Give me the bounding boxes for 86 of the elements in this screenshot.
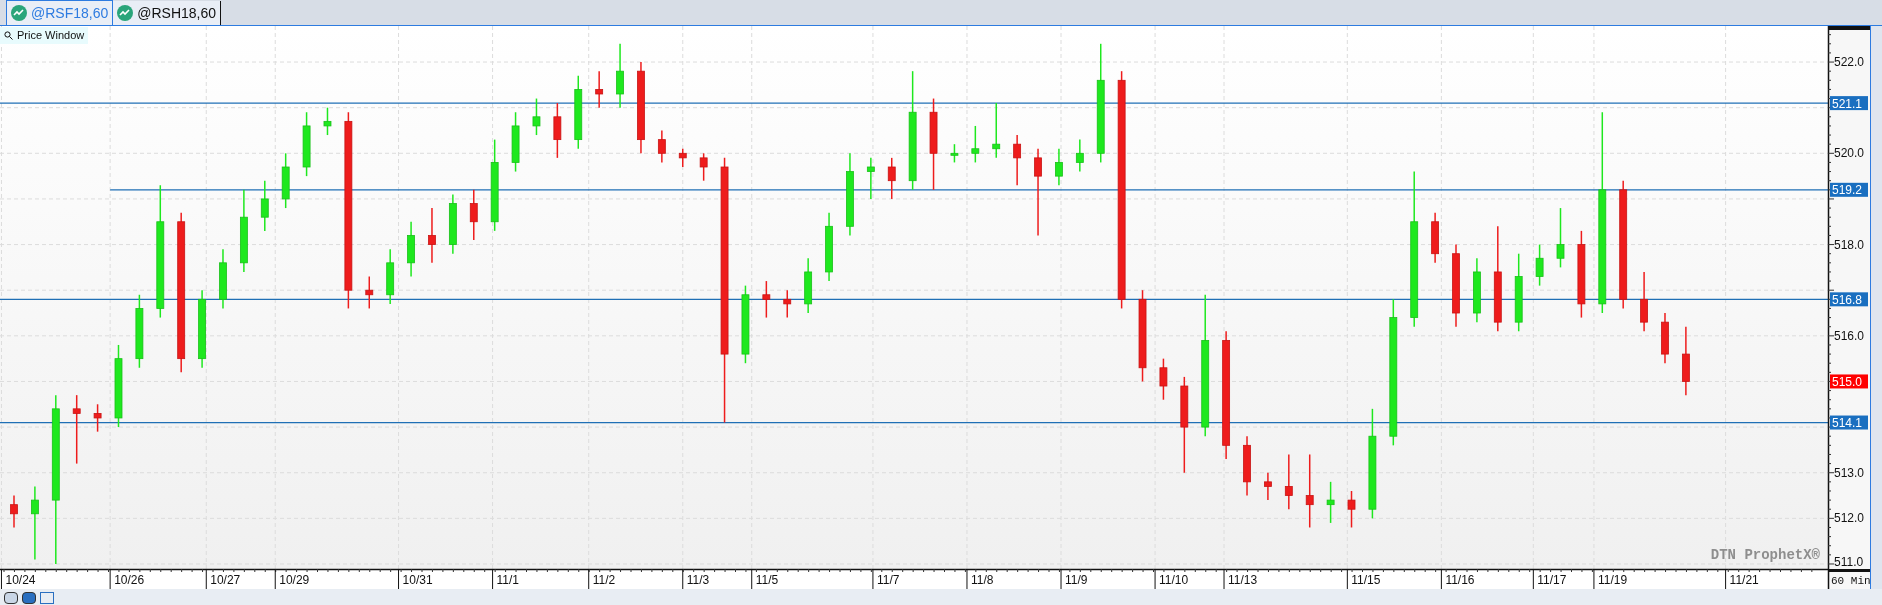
falling-candle [1243,435,1251,497]
chart-tab[interactable]: @RSH18,60 [113,1,222,25]
falling-candle [1159,357,1168,401]
date-label: 10/31 [402,573,433,587]
rising-candle [825,211,833,282]
falling-candle [1640,271,1648,332]
falling-candle [1661,312,1669,364]
price-label: 513.0 [1834,465,1865,480]
level-line[interactable] [0,421,1829,424]
price-label: 512.0 [1834,511,1865,526]
date-label: 11/10 [1159,573,1189,587]
date-label: 10/27 [210,573,241,587]
price-label: 516.0 [1834,328,1865,343]
falling-candle [1347,490,1356,529]
date-label: 11/21 [1729,573,1759,587]
falling-candle [678,148,687,168]
rising-candle [992,102,1001,159]
falling-candle [365,275,374,310]
date-label: 11/15 [1351,573,1381,587]
falling-candle [1264,471,1272,501]
date-label: 11/3 [686,573,710,587]
rising-candle [219,248,227,310]
rising-candle [1556,207,1565,269]
price-label: 511.0 [1834,555,1864,569]
rising-candle [1473,257,1481,323]
rising-candle [950,143,959,164]
date-label: 11/2 [592,573,616,587]
rising-candle [616,43,624,109]
falling-candle [93,403,102,433]
falling-candle [1013,134,1022,186]
branding-text: DTN ProphetX® [1710,547,1820,563]
price-label: 522.0 [1834,55,1865,70]
rising-candle [386,248,395,305]
date-label: 10/29 [279,573,310,587]
level-tag: 521.1 [1830,96,1868,111]
falling-candle [699,152,708,182]
price-label: 518.0 [1834,237,1865,252]
date-label: 11/1 [496,573,520,587]
date-label: 11/5 [755,573,779,587]
date-label: 11/19 [1597,573,1628,587]
falling-candle [1682,325,1690,396]
date-label: 11/9 [1065,573,1088,587]
date-label: 11/7 [876,573,900,587]
level-line[interactable] [0,298,1829,300]
falling-candle [428,207,436,264]
rising-candle [1326,481,1335,524]
rising-candle [302,111,311,177]
price-label: 520.0 [1834,146,1865,161]
date-label: 10/26 [114,573,145,587]
rising-candle [511,111,520,173]
rising-candle [1055,148,1063,186]
rising-candle [532,97,541,136]
level-tag: 516.8 [1830,292,1868,307]
chart-tab[interactable]: @RSF18,60 [6,0,114,25]
date-label: 11/17 [1537,573,1567,587]
falling-candle [553,102,562,159]
window-title: Price Window [17,28,85,43]
rising-candle [1075,138,1084,173]
falling-candle [72,394,81,465]
rising-candle [407,221,415,278]
falling-candle [1284,453,1293,510]
falling-candle [1431,211,1439,264]
rising-candle [281,152,290,209]
date-label: 11/13 [1228,573,1258,587]
chart-icon [11,5,27,21]
falling-candle [887,157,896,200]
rising-candle [971,125,980,164]
falling-candle [762,280,771,319]
rising-candle [323,106,332,136]
rising-candle [866,157,875,200]
falling-candle [10,494,18,529]
last-price-tag: 515.0 [1830,374,1868,389]
date-label: 11/16 [1445,573,1475,587]
falling-candle [469,189,478,241]
rising-candle [448,193,457,255]
falling-candle [783,289,792,319]
date-label: 11/8 [971,573,994,587]
date-label: 10/24 [5,573,36,587]
rising-candle [1535,243,1544,287]
interval-label: 60 Min [1831,575,1870,587]
rising-candle [260,179,269,232]
rising-candle [804,257,813,314]
chart-icon [117,5,134,21]
search-icon [4,30,13,40]
falling-candle [595,70,604,109]
falling-candle [657,129,666,164]
